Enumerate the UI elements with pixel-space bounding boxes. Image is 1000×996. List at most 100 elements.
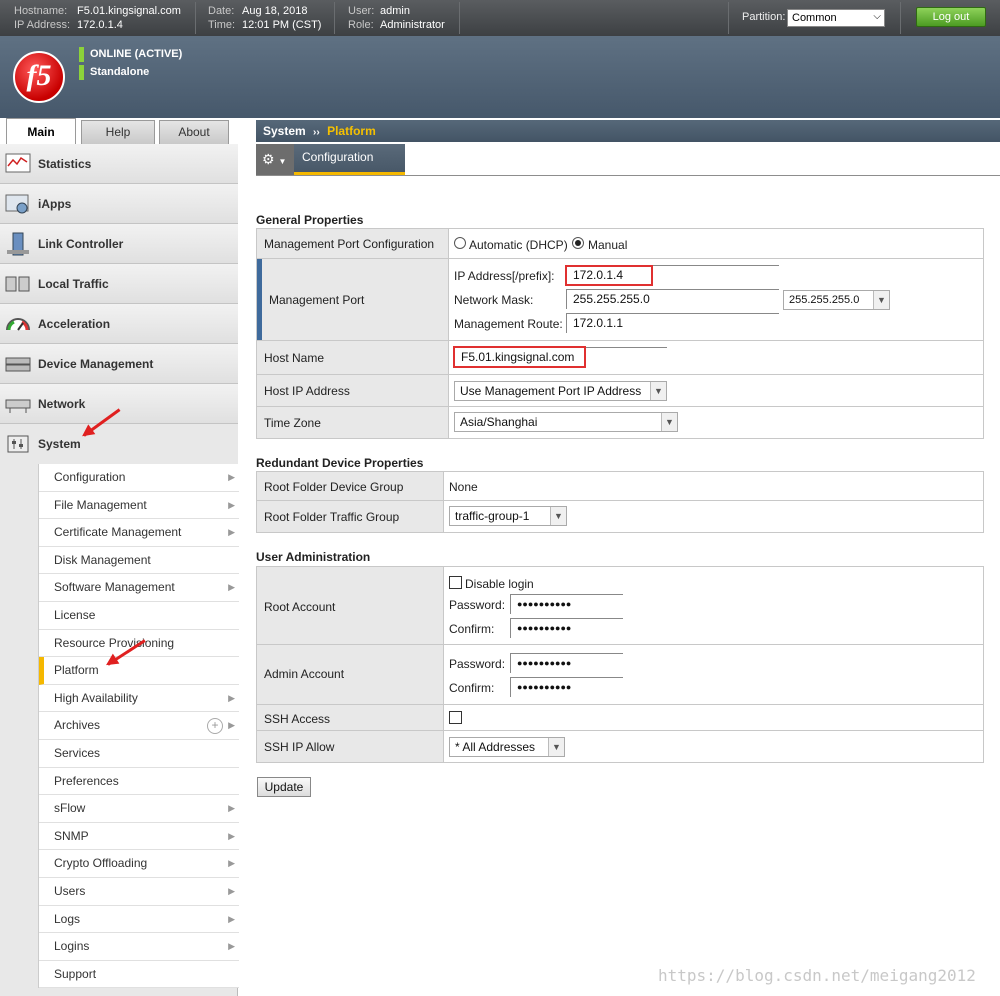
submenu-item-configuration[interactable]: Configuration ▶ [39,464,239,492]
submenu-item-disk-management[interactable]: Disk Management [39,547,239,575]
partition-select[interactable]: Common ⌵ [787,9,885,27]
submenu-item-high-availability[interactable]: High Availability ▶ [39,685,239,713]
nav-label: Local Traffic [38,277,109,291]
nav-item-network[interactable]: Network [0,384,238,424]
submenu-label: Certificate Management [54,525,182,540]
root-device-group-value: None [449,480,478,494]
submenu-item-crypto-offloading[interactable]: Crypto Offloading ▶ [39,850,239,878]
nav-item-device-management[interactable]: Device Management [0,344,238,384]
submenu-item-snmp[interactable]: SNMP ▶ [39,823,239,851]
submenu-item-users[interactable]: Users ▶ [39,878,239,906]
row-value: Asia/Shanghai ▼ [449,407,983,438]
tab-about[interactable]: About [159,120,229,144]
chevron-down-icon: ▼ [661,413,677,431]
user-value: admin [380,5,410,17]
nav-label: Statistics [38,157,92,171]
time-value: 12:01 PM (CST) [242,19,322,31]
gear-menu-button[interactable]: ⚙ ▼ [256,144,294,176]
submenu-item-logins[interactable]: Logins ▶ [39,933,239,961]
submenu-item-services[interactable]: Services [39,740,239,768]
disable-login-checkbox[interactable] [449,576,462,589]
ssh-access-checkbox[interactable] [449,711,462,724]
submenu-item-logs[interactable]: Logs ▶ [39,906,239,934]
admin-password-input[interactable]: ●●●●●●●●●● [510,653,623,673]
nav-item-local-traffic[interactable]: Local Traffic [0,264,238,304]
route-field-label: Management Route: [454,317,563,331]
caret-right-icon: ▶ [228,941,235,952]
admin-confirm-input[interactable]: ●●●●●●●●●● [510,677,623,697]
user-admin-table: Root Account Disable login Password: ●●●… [256,566,984,763]
mask-field-label: Network Mask: [454,293,534,307]
submenu-item-platform[interactable]: Platform [39,657,239,685]
submenu-item-license[interactable]: License [39,602,239,630]
network-mask-input[interactable]: 255.255.255.0 [566,289,779,309]
status-online: ONLINE (ACTIVE) [79,47,182,62]
plus-icon[interactable]: + [207,718,223,735]
row-value: * All Addresses ▼ [444,731,983,762]
subtab-divider [256,175,1000,176]
time-zone-select[interactable]: Asia/Shanghai ▼ [454,412,678,432]
row-value: Automatic (DHCP) Manual [449,229,983,258]
root-password-input[interactable]: ●●●●●●●●●● [510,594,623,614]
chevron-down-icon: ▼ [873,291,889,309]
radio-dhcp[interactable] [454,237,466,249]
row-root-account: Root Account Disable login Password: ●●●… [257,567,983,645]
nav-label: Acceleration [38,317,111,331]
nav-item-statistics[interactable]: Statistics [0,144,238,184]
submenu-item-support[interactable]: Support [39,961,239,989]
row-label: Host Name [257,341,449,374]
ssh-ip-allow-select[interactable]: * All Addresses ▼ [449,737,565,757]
status-standalone: Standalone [79,65,149,80]
tab-configuration[interactable]: Configuration [294,144,405,176]
tab-help[interactable]: Help [81,120,155,144]
submenu-item-file-management[interactable]: File Management ▶ [39,492,239,520]
row-value: F5.01.kingsignal.com [449,341,983,374]
submenu-label: Preferences [54,773,119,788]
topbar-divider [459,2,460,34]
caret-right-icon: ▶ [228,913,235,924]
row-time-zone: Time Zone Asia/Shanghai ▼ [257,407,983,438]
submenu-item-software-management[interactable]: Software Management ▶ [39,574,239,602]
nav-item-link-controller[interactable]: Link Controller [0,224,238,264]
caret-right-icon: ▶ [228,472,235,482]
partition-label: Partition: [742,11,786,23]
radio-manual[interactable] [572,237,584,249]
header-banner: f5 ONLINE (ACTIVE) Standalone [0,36,1000,118]
host-ip-select[interactable]: Use Management Port IP Address ▼ [454,381,667,401]
submenu-item-certificate-management[interactable]: Certificate Management ▶ [39,519,239,547]
traffic-group-select[interactable]: traffic-group-1 ▼ [449,506,567,526]
row-label: Root Folder Device Group [257,472,444,500]
role-key: Role: [348,19,374,31]
logout-button[interactable]: Log out [916,7,986,27]
network-mask-select[interactable]: 255.255.255.0 ▼ [783,290,890,310]
submenu-item-sflow[interactable]: sFlow ▶ [39,795,239,823]
nav-item-system[interactable]: System [0,424,238,464]
date-value: Aug 18, 2018 [242,5,308,17]
nav-label: Link Controller [38,237,124,251]
topbar-divider [728,2,729,34]
nav-item-iapps[interactable]: iApps [0,184,238,224]
update-button[interactable]: Update [257,777,311,797]
tab-main[interactable]: Main [6,118,76,144]
management-route-input[interactable]: 172.0.1.1 [566,313,779,333]
row-label: Host IP Address [257,375,449,406]
submenu-item-preferences[interactable]: Preferences [39,768,239,796]
submenu-label: Platform [54,663,99,678]
root-confirm-input[interactable]: ●●●●●●●●●● [510,618,623,638]
ip-field-label: IP Address[/prefix]: [454,269,555,283]
breadcrumb-section[interactable]: System [263,124,306,138]
row-admin-account: Admin Account Password: ●●●●●●●●●● Confi… [257,645,983,705]
system-submenu: Configuration ▶ File Management ▶ Certific… [38,464,239,989]
top-info-bar: Hostname: F5.01.kingsignal.com IP Address… [0,0,1000,36]
breadcrumb-separator: ›› [313,127,320,138]
row-value: IP Address[/prefix]: 172.0.1.4 Network M… [449,259,983,340]
nav-item-acceleration[interactable]: Acceleration [0,304,238,344]
submenu-item-archives[interactable]: Archives + ▶ [39,712,239,740]
nav-label: Network [38,397,86,411]
password-label: Password: [449,657,506,671]
datetime-info: Date: Aug 18, 2018 Time: 12:01 PM (CST) [208,4,321,32]
caret-down-icon: ▼ [278,157,287,166]
highlight-box [565,265,653,286]
row-value: Password: ●●●●●●●●●● Confirm: ●●●●●●●●●● [444,645,983,704]
user-info: User: admin Role: Administrator [348,4,445,32]
